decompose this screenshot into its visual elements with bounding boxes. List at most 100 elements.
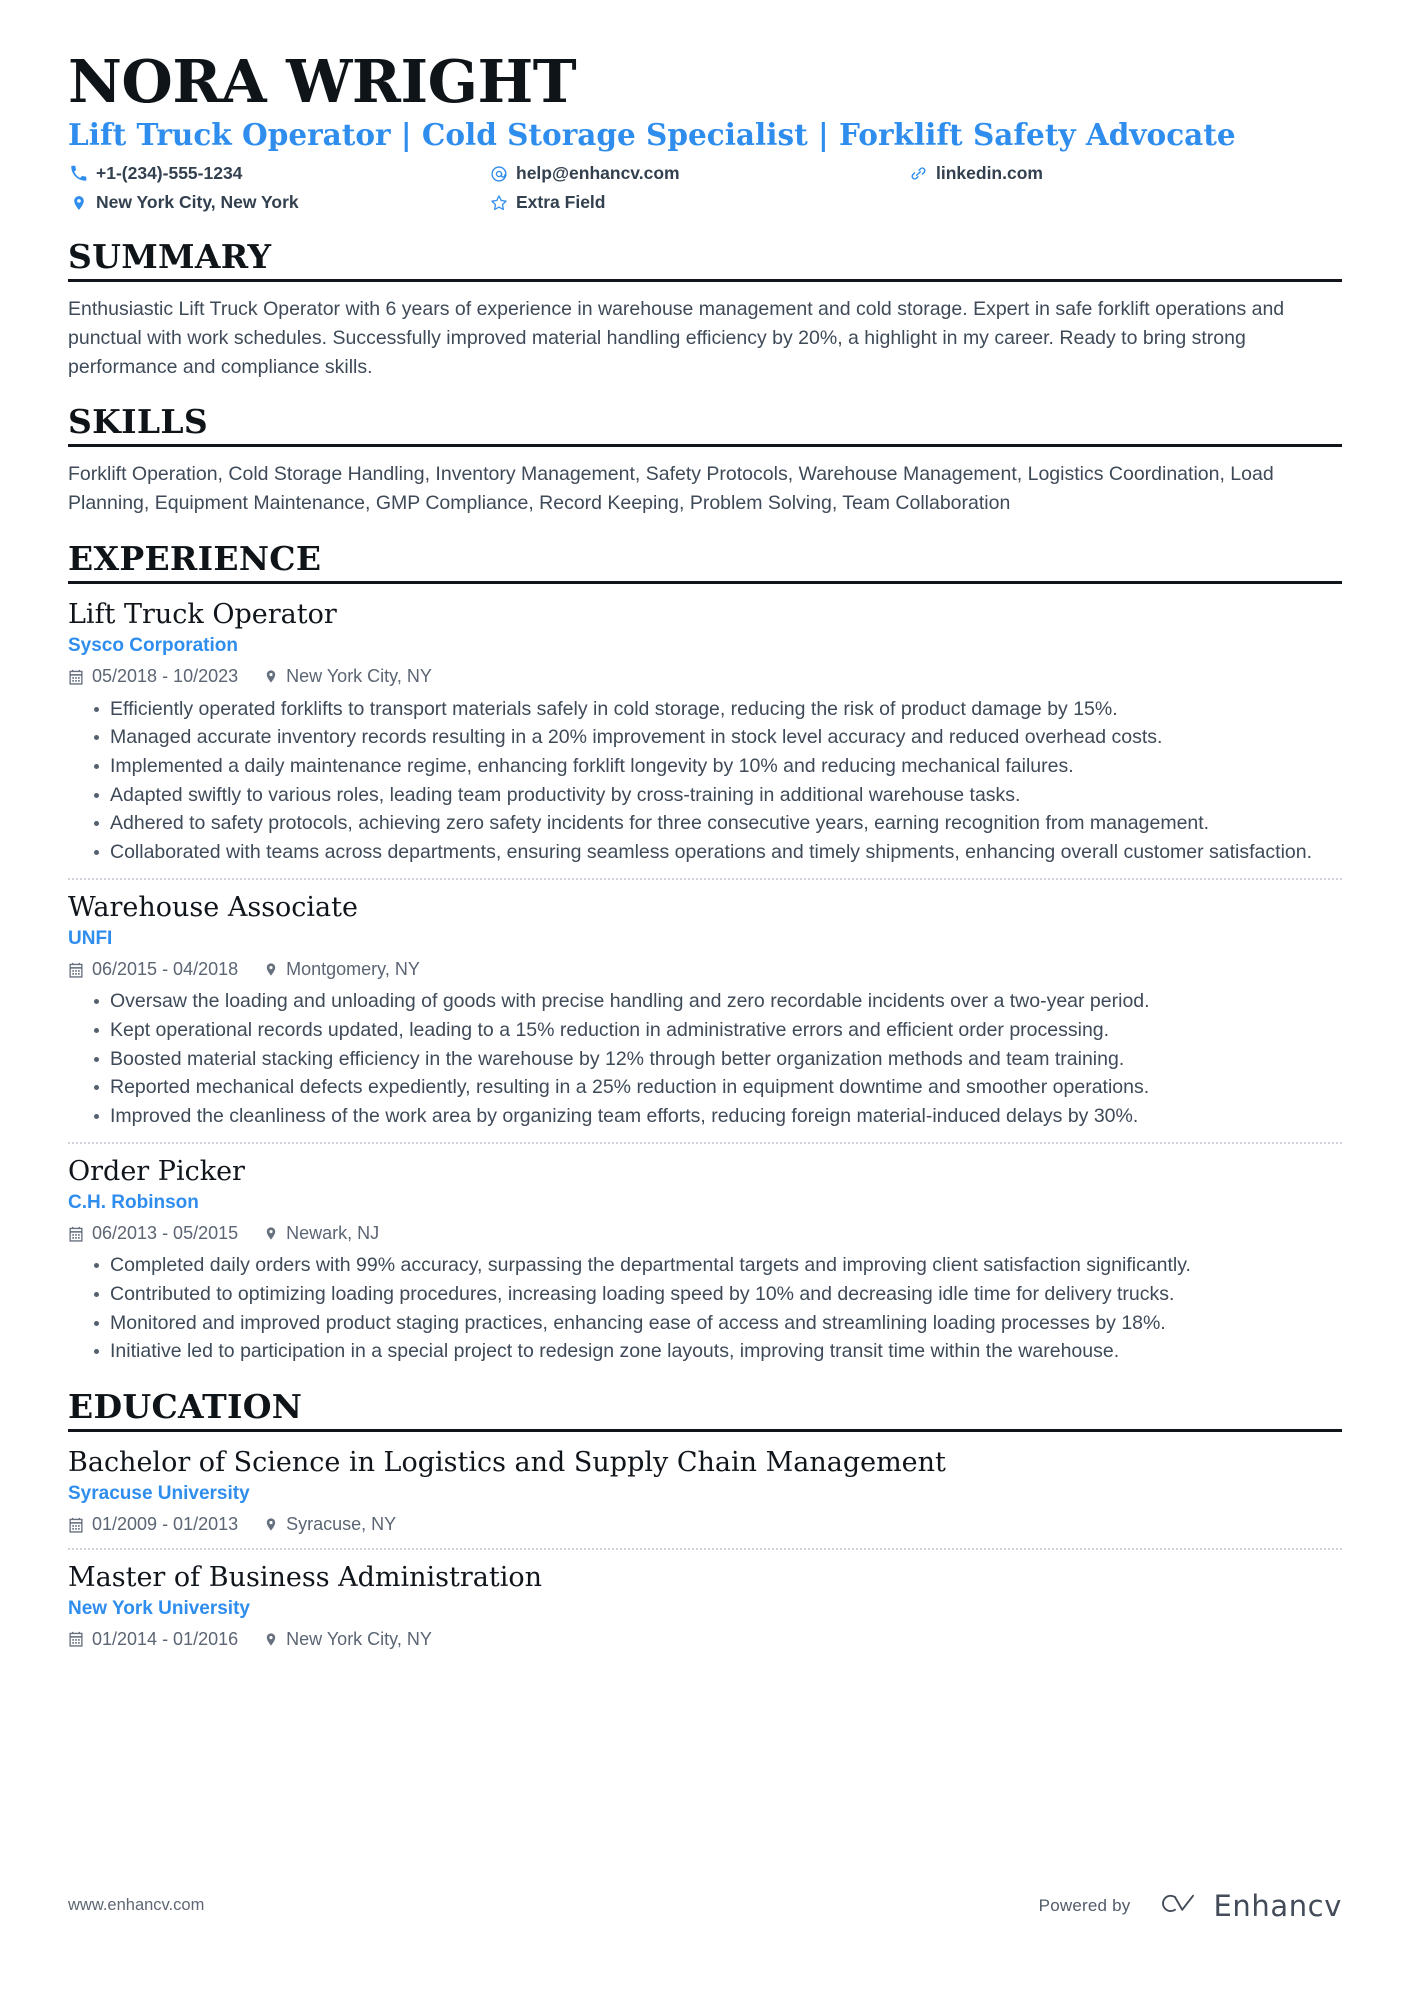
location-icon	[264, 1516, 278, 1533]
experience-entry-location: Newark, NJ	[264, 1222, 379, 1245]
resume-page: NORA WRIGHT Lift Truck Operator | Cold S…	[0, 0, 1410, 1995]
education-entry: Bachelor of Science in Logistics and Sup…	[68, 1445, 1342, 1537]
bullet-item: Collaborated with teams across departmen…	[94, 839, 1342, 867]
section-title-summary: SUMMARY	[68, 236, 272, 276]
education-entry-dates: 01/2009 - 01/2013	[68, 1513, 238, 1536]
enhancv-logo-text: Enhancv	[1213, 1888, 1342, 1923]
experience-entry-location: New York City, NY	[264, 665, 432, 688]
contact-phone[interactable]: +1-(234)-555-1234	[68, 161, 488, 186]
entry-separator	[68, 877, 1342, 880]
contact-extra-field[interactable]: Extra Field	[488, 190, 908, 215]
section-experience: EXPERIENCE Lift Truck Operator Sysco Corp…	[68, 539, 1342, 1366]
resume-header: NORA WRIGHT Lift Truck Operator | Cold S…	[68, 47, 1342, 216]
experience-entry-meta: 06/2013 - 05/2015 Newark, NJ	[68, 1222, 1342, 1245]
experience-entry-meta: 06/2015 - 04/2018 Montgomery, NY	[68, 958, 1342, 981]
experience-entry-dates: 06/2015 - 04/2018	[68, 958, 238, 981]
experience-entry-dates-value: 05/2018 - 10/2023	[92, 666, 239, 687]
contact-linkedin[interactable]: linkedin.com	[908, 161, 1078, 186]
contact-email-value: help@enhancv.com	[516, 163, 680, 184]
location-icon	[68, 194, 89, 212]
education-entry-organization[interactable]: Syracuse University	[68, 1483, 1342, 1506]
bullet-item: Kept operational records updated, leadin…	[94, 1017, 1342, 1045]
experience-entry-title: Warehouse Associate	[68, 891, 358, 923]
contact-email[interactable]: help@enhancv.com	[488, 161, 908, 186]
education-entry-organization[interactable]: New York University	[68, 1598, 1342, 1621]
experience-entry-meta: 05/2018 - 10/2023 New York City, NY	[68, 665, 1342, 688]
section-title-skills: SKILLS	[68, 402, 208, 442]
experience-entry-organization[interactable]: UNFI	[68, 928, 1342, 951]
contact-info: +1-(234)-555-1234 help@enhancv.com linke…	[68, 161, 1078, 216]
bullet-item: Monitored and improved product staging p…	[94, 1310, 1342, 1338]
education-entry-meta: 01/2009 - 01/2013 Syracuse, NY	[68, 1513, 1342, 1536]
experience-list: Lift Truck Operator Sysco Corporation 05/2…	[68, 597, 1342, 1366]
calendar-icon	[68, 669, 84, 685]
experience-entry: Order Picker C.H. Robinson 06/2013 - 05/20…	[68, 1154, 1342, 1366]
contact-location-value: New York City, New York	[96, 192, 299, 213]
section-title-experience: EXPERIENCE	[68, 539, 322, 579]
experience-entry-title: Lift Truck Operator	[68, 598, 337, 630]
calendar-icon	[68, 1517, 84, 1533]
entry-separator	[68, 1547, 1342, 1550]
education-entry-dates: 01/2014 - 01/2016	[68, 1628, 238, 1651]
location-icon	[264, 1225, 278, 1242]
contact-linkedin-value: linkedin.com	[936, 163, 1043, 184]
location-icon	[264, 668, 278, 685]
education-entry: Master of Business Administration New Yor…	[68, 1560, 1342, 1652]
contact-location[interactable]: New York City, New York	[68, 190, 488, 215]
experience-entry-bullets: Efficiently operated forklifts to transp…	[68, 696, 1342, 867]
bullet-item: Contributed to optimizing loading proced…	[94, 1281, 1342, 1309]
experience-entry-location: Montgomery, NY	[264, 958, 420, 981]
experience-entry: Lift Truck Operator Sysco Corporation 05/2…	[68, 597, 1342, 867]
summary-text: Enthusiastic Lift Truck Operator with 6 …	[68, 297, 1285, 378]
contact-phone-value: +1-(234)-555-1234	[96, 163, 243, 184]
experience-entry-dates-value: 06/2013 - 05/2015	[92, 1222, 239, 1243]
experience-entry-organization[interactable]: Sysco Corporation	[68, 635, 1342, 658]
experience-entry-title: Order Picker	[68, 1155, 245, 1187]
section-divider	[68, 580, 1342, 584]
bullet-item: Managed accurate inventory records resul…	[94, 724, 1342, 752]
education-entry-title: Master of Business Administration	[68, 1561, 543, 1593]
education-entry-dates-value: 01/2009 - 01/2013	[92, 1514, 239, 1535]
education-entry-meta: 01/2014 - 01/2016 New York City, NY	[68, 1628, 1342, 1651]
contact-extra-field-value: Extra Field	[516, 192, 606, 213]
section-summary: SUMMARY Enthusiastic Lift Truck Operator…	[68, 236, 1342, 382]
calendar-icon	[68, 1226, 84, 1242]
education-entry-location: New York City, NY	[264, 1628, 432, 1651]
skills-text: Forklift Operation, Cold Storage Handlin…	[68, 463, 1274, 515]
experience-entry-location-value: New York City, NY	[286, 666, 432, 687]
experience-entry-bullets: Oversaw the loading and unloading of goo…	[68, 988, 1342, 1130]
bullet-item: Improved the cleanliness of the work are…	[94, 1103, 1342, 1131]
footer-brand: Powered by Enhancv	[1039, 1888, 1342, 1923]
education-entry-title: Bachelor of Science in Logistics and Sup…	[68, 1446, 946, 1478]
star-icon	[488, 194, 509, 212]
candidate-headline: Lift Truck Operator | Cold Storage Speci…	[68, 117, 1236, 153]
experience-entry: Warehouse Associate UNFI 06/2015 - 04/2018…	[68, 890, 1342, 1131]
candidate-name: NORA WRIGHT	[68, 47, 577, 116]
experience-entry-dates-value: 06/2015 - 04/2018	[92, 958, 239, 979]
experience-entry-location-value: Montgomery, NY	[286, 958, 420, 979]
section-education: EDUCATION Bachelor of Science in Logisti…	[68, 1387, 1342, 1651]
location-icon	[264, 1631, 278, 1648]
experience-entry-dates: 06/2013 - 05/2015	[68, 1222, 238, 1245]
calendar-icon	[68, 962, 84, 978]
experience-entry-location-value: Newark, NJ	[286, 1222, 380, 1243]
bullet-item: Completed daily orders with 99% accuracy…	[94, 1252, 1342, 1280]
bullet-item: Boosted material stacking efficiency in …	[94, 1046, 1342, 1074]
phone-icon	[68, 165, 89, 182]
education-list: Bachelor of Science in Logistics and Sup…	[68, 1445, 1342, 1651]
bullet-item: Adhered to safety protocols, achieving z…	[94, 810, 1342, 838]
experience-entry-bullets: Completed daily orders with 99% accuracy…	[68, 1252, 1342, 1366]
experience-entry-organization[interactable]: C.H. Robinson	[68, 1192, 1342, 1215]
bullet-item: Initiative led to participation in a spe…	[94, 1338, 1342, 1366]
footer-url[interactable]: www.enhancv.com	[68, 1896, 204, 1915]
education-entry-location-value: New York City, NY	[286, 1628, 432, 1649]
section-divider	[68, 444, 1342, 448]
entry-separator	[68, 1141, 1342, 1144]
link-icon	[908, 165, 929, 182]
bullet-item: Efficiently operated forklifts to transp…	[94, 696, 1342, 724]
bullet-item: Oversaw the loading and unloading of goo…	[94, 988, 1342, 1016]
footer-powered-by-label: Powered by	[1038, 1895, 1131, 1915]
education-entry-dates-value: 01/2014 - 01/2016	[92, 1628, 239, 1649]
section-divider	[68, 278, 1342, 282]
education-entry-location-value: Syracuse, NY	[286, 1514, 397, 1535]
